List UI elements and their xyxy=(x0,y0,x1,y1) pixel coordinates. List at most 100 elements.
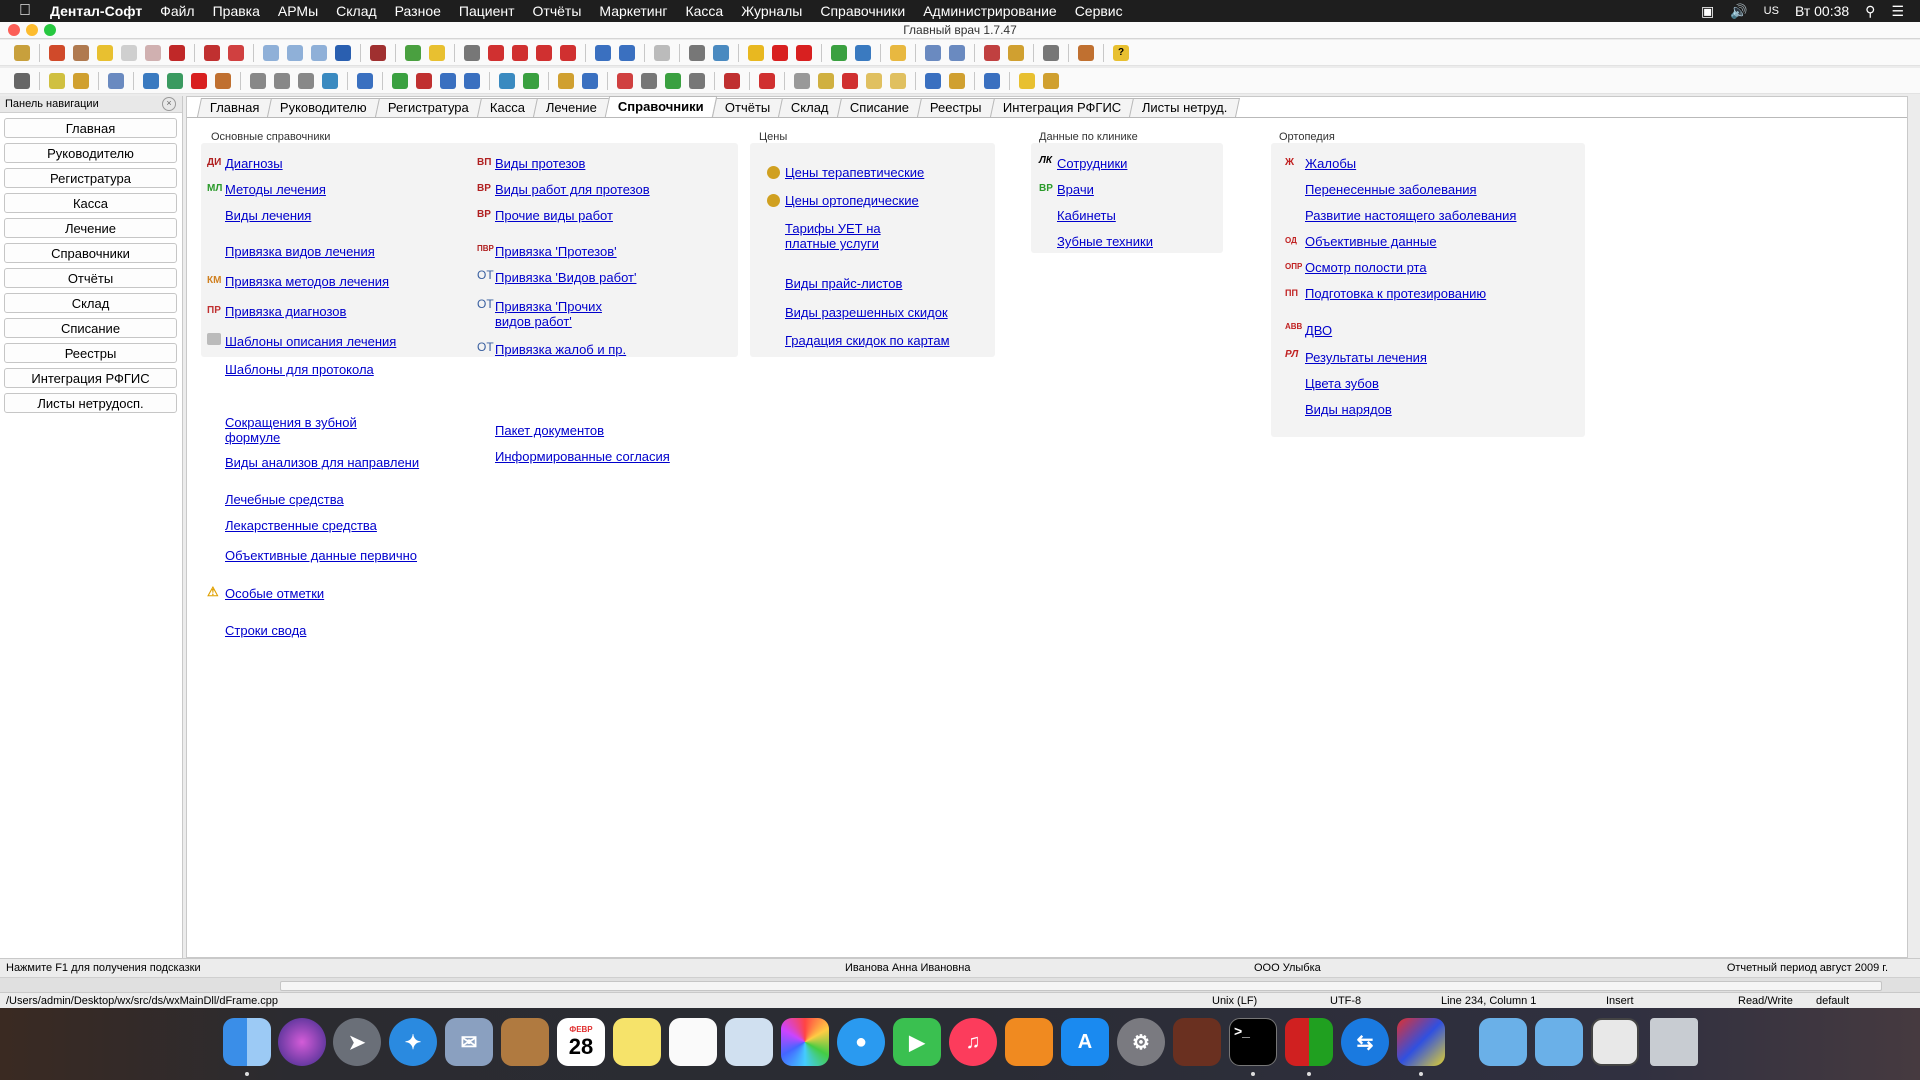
menu-journals[interactable]: Журналы xyxy=(741,3,802,19)
tab-main[interactable]: Главная xyxy=(196,98,273,117)
user-icon[interactable] xyxy=(73,44,89,61)
parallels-icon[interactable] xyxy=(1397,1018,1445,1066)
link-rooms[interactable]: Кабинеты xyxy=(1057,208,1116,223)
link-bind-complaints[interactable]: Привязка жалоб и пр. xyxy=(495,342,626,357)
warning-icon[interactable] xyxy=(748,44,764,61)
tab-rfgis[interactable]: Интеграция РФГИС xyxy=(989,98,1134,117)
medical-cross-icon[interactable] xyxy=(772,44,788,61)
window-icon[interactable] xyxy=(925,44,941,61)
link-analysis-types[interactable]: Виды анализов для направлени xyxy=(225,455,419,470)
nav-button-cash[interactable]: Касса xyxy=(4,193,177,213)
maps-icon[interactable] xyxy=(725,1018,773,1066)
cursor-icon[interactable] xyxy=(14,72,30,89)
link-card-discount-grades[interactable]: Градация скидок по картам xyxy=(785,333,950,348)
link-allowed-discount-types[interactable]: Виды разрешенных скидок xyxy=(785,305,948,320)
mail-icon[interactable]: ✉ xyxy=(445,1018,493,1066)
app-menu[interactable]: Дентал-Софт xyxy=(50,3,142,19)
tooth-icon[interactable] xyxy=(121,44,137,61)
link-prosthesis-types[interactable]: Виды протезов xyxy=(495,156,585,171)
nav-button-writeoff[interactable]: Списание xyxy=(4,318,177,338)
graph-icon[interactable] xyxy=(464,72,480,89)
link-bind-work-types[interactable]: Привязка 'Видов работ' xyxy=(495,270,636,285)
picture-icon[interactable] xyxy=(619,44,635,61)
opt-icon[interactable] xyxy=(536,44,552,61)
copy-icon[interactable] xyxy=(287,44,303,61)
minimize-window-button[interactable] xyxy=(26,24,38,36)
ibooks-icon[interactable] xyxy=(1005,1018,1053,1066)
paste-icon[interactable] xyxy=(311,44,327,61)
menu-warehouse[interactable]: Склад xyxy=(336,3,377,19)
menu-admin[interactable]: Администрирование xyxy=(923,3,1057,19)
link-protocol-templates[interactable]: Шаблоны для протокола xyxy=(225,362,374,377)
close-window-button[interactable] xyxy=(8,24,20,36)
zz2-icon[interactable] xyxy=(274,72,290,89)
calendar-icon[interactable] xyxy=(759,72,775,89)
menu-reports[interactable]: Отчёты xyxy=(533,3,582,19)
tep-icon[interactable] xyxy=(488,44,504,61)
capsule-icon[interactable] xyxy=(617,72,633,89)
eraser-icon[interactable] xyxy=(145,44,161,61)
note2-icon[interactable] xyxy=(890,72,906,89)
open-folder-icon[interactable] xyxy=(73,72,89,89)
red-dot-icon[interactable] xyxy=(191,72,207,89)
safari-icon[interactable]: ✦ xyxy=(389,1018,437,1066)
nav-button-rfgis[interactable]: Интеграция РФГИС xyxy=(4,368,177,388)
marker-icon[interactable] xyxy=(97,44,113,61)
link-uet-tariffs[interactable]: Тарифы УЕТ на платные услуги xyxy=(785,221,905,251)
edit-icon[interactable] xyxy=(925,72,941,89)
link-doctors[interactable]: Врачи xyxy=(1057,182,1094,197)
line-ending[interactable]: Unix (LF) xyxy=(1212,993,1257,1009)
smile-icon[interactable] xyxy=(890,44,906,61)
link-dvo[interactable]: ДВО xyxy=(1305,323,1332,338)
close-icon[interactable]: × xyxy=(162,97,176,111)
nav-button-sick-leave[interactable]: Листы нетрудосп. xyxy=(4,393,177,413)
onec-icon[interactable] xyxy=(1019,72,1035,89)
terminal-icon[interactable]: >_ xyxy=(1229,1018,1277,1066)
notification-icon[interactable]: ☰ xyxy=(1891,3,1904,20)
photos-icon[interactable] xyxy=(781,1018,829,1066)
menu-patient[interactable]: Пациент xyxy=(459,3,515,19)
cut-icon[interactable] xyxy=(263,44,279,61)
nav-button-warehouse[interactable]: Склад xyxy=(4,293,177,313)
color-scheme[interactable]: default xyxy=(1816,993,1849,1009)
checklist-icon[interactable] xyxy=(713,44,729,61)
messages-icon[interactable]: ● xyxy=(837,1018,885,1066)
pencil-icon[interactable] xyxy=(49,44,65,61)
link-treatment-results[interactable]: Результаты лечения xyxy=(1305,350,1427,365)
menu-service[interactable]: Сервис xyxy=(1075,3,1123,19)
link-orthopedic-prices[interactable]: Цены ортопедические xyxy=(785,193,919,208)
menu-misc[interactable]: Разное xyxy=(395,3,441,19)
menu-edit[interactable]: Правка xyxy=(213,3,260,19)
sms-icon[interactable] xyxy=(724,72,740,89)
menu-file[interactable]: Файл xyxy=(160,3,194,19)
nav-button-reports[interactable]: Отчёты xyxy=(4,268,177,288)
tab-writeoff[interactable]: Списание xyxy=(836,98,923,117)
nav-button-director[interactable]: Руководителю xyxy=(4,143,177,163)
link-employees[interactable]: Сотрудники xyxy=(1057,156,1127,171)
link-disease-development[interactable]: Развитие настоящего заболевания xyxy=(1305,208,1516,223)
tab-director[interactable]: Руководителю xyxy=(267,98,381,117)
wizard-icon[interactable] xyxy=(14,44,30,61)
delete-icon[interactable] xyxy=(228,44,244,61)
calendar-icon[interactable]: ФЕВР 28 xyxy=(557,1018,605,1066)
syringe-icon[interactable] xyxy=(689,44,705,61)
refresh-icon[interactable] xyxy=(167,72,183,89)
menu-cash[interactable]: Касса xyxy=(685,3,723,19)
windows-icon[interactable] xyxy=(949,44,965,61)
link-bind-treatment-types[interactable]: Привязка видов лечения xyxy=(225,244,375,259)
documents-folder-icon[interactable] xyxy=(1479,1018,1527,1066)
launchpad-icon[interactable]: ➤ xyxy=(333,1018,381,1066)
list-icon[interactable] xyxy=(984,72,1000,89)
link-objective-data-primary[interactable]: Объективные данные первично xyxy=(225,548,417,563)
link-prosthetics-preparation[interactable]: Подготовка к протезированию xyxy=(1305,286,1486,301)
link-tooth-colors[interactable]: Цвета зубов xyxy=(1305,376,1379,391)
desktop-stack-icon[interactable] xyxy=(1591,1018,1639,1066)
dental-soft-icon[interactable] xyxy=(1285,1018,1333,1066)
monitor-icon[interactable] xyxy=(499,72,515,89)
font-a-icon[interactable] xyxy=(831,44,847,61)
tooth-outline-icon[interactable] xyxy=(654,44,670,61)
tab-treatment[interactable]: Лечение xyxy=(533,98,611,117)
link-other-work-types[interactable]: Прочие виды работ xyxy=(495,208,613,223)
tab-reports[interactable]: Отчёты xyxy=(711,98,784,117)
nav-button-references[interactable]: Справочники xyxy=(4,243,177,263)
